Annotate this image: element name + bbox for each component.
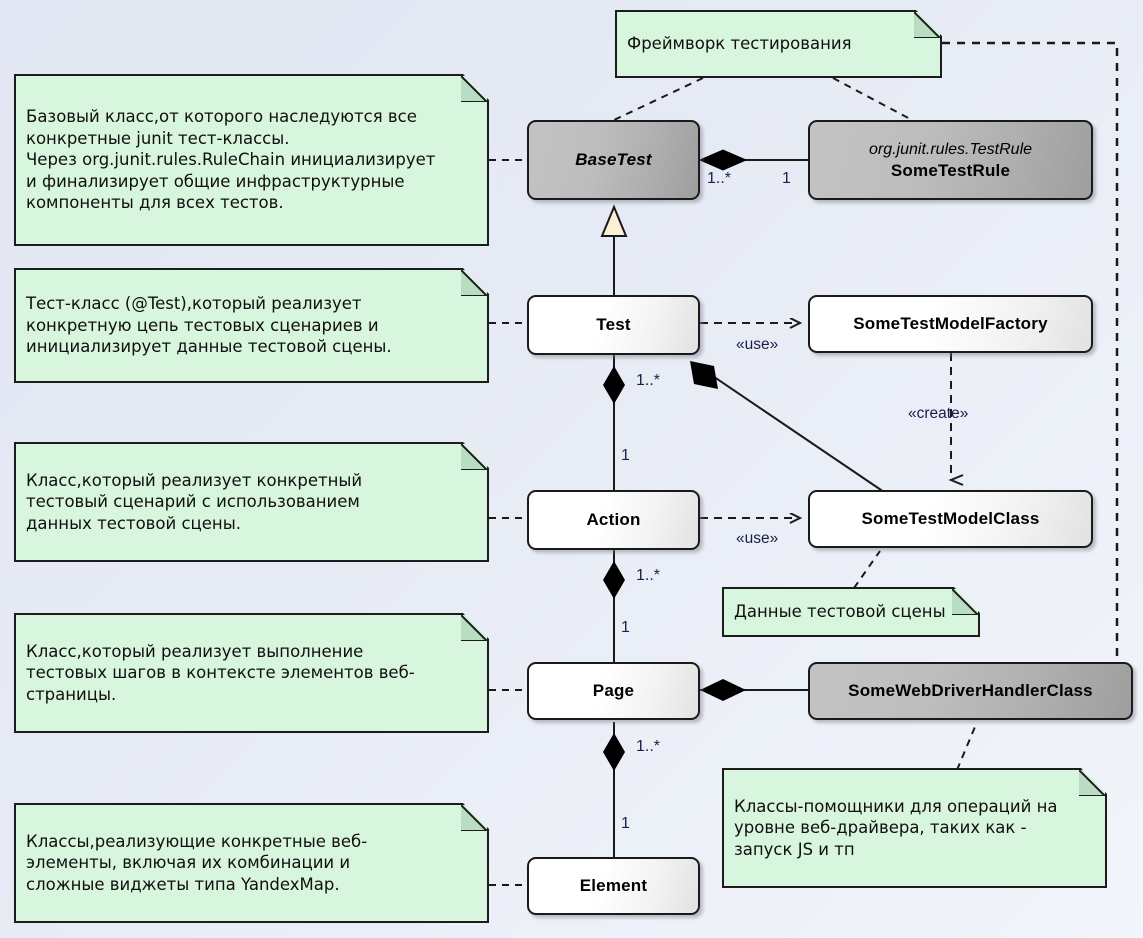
note-fold-line [461, 444, 487, 470]
multiplicity-action-page-one: 1 [621, 619, 630, 636]
note-fold-line [461, 615, 487, 641]
note-fold-line [952, 589, 978, 615]
note-framework-text: Фреймворк тестирования [627, 34, 852, 54]
class-action[interactable]: Action [527, 490, 700, 550]
link-note-framework-sometestrule [832, 77, 913, 121]
class-test[interactable]: Test [527, 295, 700, 355]
stereotype-test-use: «use» [736, 336, 779, 353]
note-page: Класс,который реализует выполнение тесто… [14, 613, 489, 733]
uml-diagram-canvas: Фреймворк тестирования Базовый класс,от … [0, 0, 1143, 938]
stereotype-action-use: «use» [736, 530, 779, 547]
multiplicity-page-element-many: 1..* [636, 738, 661, 755]
note-fold-line [1079, 770, 1105, 796]
note-fold-line [461, 76, 487, 102]
note-webdriver-helpers-text: Классы-помощники для операций на уровне … [734, 796, 1058, 859]
class-element-name: Element [579, 876, 648, 896]
note-action: Класс,который реализует конкретный тесто… [14, 442, 489, 562]
link-note-scenedata-modelclass [853, 550, 881, 589]
class-sometestmodelfactory[interactable]: SomeTestModelFactory [808, 295, 1093, 353]
class-basetest-name: BaseTest [575, 150, 652, 170]
multiplicity-test-action-many: 1..* [636, 372, 661, 389]
class-somewebdriverhandlerclass[interactable]: SomeWebDriverHandlerClass [808, 662, 1133, 720]
diamond-action-page [603, 561, 625, 599]
note-element-text: Классы,реализующие конкретные веб- элеме… [26, 831, 368, 894]
note-test-text: Тест-класс (@Test),который реализует кон… [26, 294, 392, 357]
link-note-framework-basetest [613, 77, 704, 121]
multiplicity-basetest-rule-source: 1..* [707, 170, 732, 187]
class-page-name: Page [592, 681, 635, 701]
note-basetest-text: Базовый класс,от которого наследуются вс… [26, 107, 436, 213]
multiplicity-page-element-one: 1 [621, 815, 630, 832]
class-sometestmodelclass-name: SomeTestModelClass [861, 509, 1040, 529]
class-sometestrule-stereotype: org.junit.rules.TestRule [868, 140, 1033, 158]
diamond-basetest-sometestrule [698, 149, 748, 171]
note-test: Тест-класс (@Test),который реализует кон… [14, 268, 489, 383]
class-sometestrule[interactable]: org.junit.rules.TestRule SomeTestRule [808, 120, 1093, 200]
note-framework: Фреймворк тестирования [615, 10, 942, 78]
diamond-page-element [603, 733, 625, 771]
arrow-generalization-basetest [600, 204, 628, 237]
diamond-page-webdriverhandler [700, 679, 746, 701]
class-basetest[interactable]: BaseTest [527, 120, 700, 200]
class-sometestrule-name: SomeTestRule [890, 160, 1011, 180]
multiplicity-basetest-rule-target: 1 [782, 170, 791, 187]
class-page[interactable]: Page [527, 662, 700, 720]
class-sometestmodelfactory-name: SomeTestModelFactory [853, 314, 1048, 334]
note-fold-line [914, 12, 940, 38]
class-somewebdriverhandlerclass-name: SomeWebDriverHandlerClass [848, 681, 1093, 701]
class-action-name: Action [586, 510, 641, 530]
note-element: Классы,реализующие конкретные веб- элеме… [14, 803, 489, 923]
note-scene-data: Данные тестовой сцены [722, 587, 980, 637]
class-element[interactable]: Element [527, 857, 700, 915]
diamond-test-action [603, 366, 625, 404]
note-page-text: Класс,который реализует выполнение тесто… [26, 641, 415, 704]
diamond-test-modelclass [690, 361, 718, 389]
multiplicity-test-action-one: 1 [621, 447, 630, 464]
link-test-modelclass [697, 365, 885, 493]
stereotype-factory-create: «create» [908, 405, 969, 422]
class-test-name: Test [596, 315, 631, 335]
note-webdriver-helpers: Классы-помощники для операций на уровне … [722, 768, 1107, 888]
multiplicity-action-page-many: 1..* [636, 567, 661, 584]
link-note-helpers-webdriverhandler [956, 721, 978, 771]
note-fold-line [461, 805, 487, 831]
note-action-text: Класс,который реализует конкретный тесто… [26, 470, 363, 533]
note-scene-data-text: Данные тестовой сцены [734, 602, 946, 622]
class-sometestmodelclass[interactable]: SomeTestModelClass [808, 490, 1093, 548]
note-basetest: Базовый класс,от которого наследуются вс… [14, 74, 489, 246]
note-fold-line [461, 270, 487, 296]
